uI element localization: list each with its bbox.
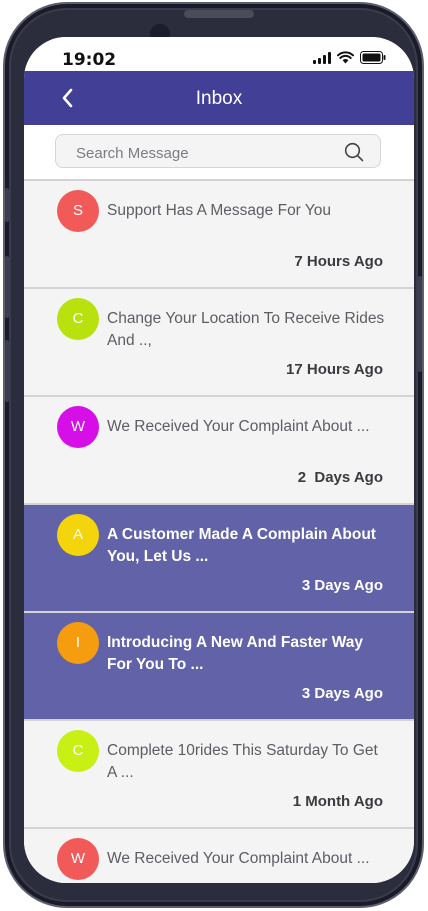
status-icons (313, 51, 386, 64)
avatar: S (57, 190, 99, 232)
message-preview: Complete 10rides This Saturday To Get A … (107, 742, 378, 781)
avatar: C (57, 298, 99, 340)
message-preview: Support Has A Message For You (107, 202, 332, 219)
power-button (418, 276, 422, 372)
search-icon[interactable] (344, 142, 364, 162)
message-item[interactable]: W We Received Your Complaint About ... (24, 827, 414, 883)
message-timestamp: 3 Days Ago (301, 577, 383, 594)
message-timestamp: 2 Days Ago (297, 469, 383, 486)
message-item[interactable]: I Introducing A New And Faster Way For Yo… (24, 611, 414, 719)
search-box[interactable] (55, 134, 381, 168)
message-preview: Introducing A New And Faster Way For You… (107, 634, 364, 673)
message-timestamp: 7 Hours Ago (294, 253, 383, 270)
message-item[interactable]: C Change Your Location To Receive Rides A… (24, 287, 414, 395)
search-bar (24, 125, 414, 179)
message-timestamp: 3 Days Ago (301, 685, 383, 702)
message-item[interactable]: S Support Has A Message For You 7 Hours Ag… (24, 179, 414, 287)
avatar: W (57, 838, 99, 880)
app-header: Inbox (24, 71, 414, 125)
volume-down-button (5, 340, 9, 402)
phone-frame: 19:02 Inbox Search Message S Support Has… (3, 2, 424, 908)
message-item[interactable]: AA Customer Made A Complain About You, L… (24, 503, 414, 611)
screen: 19:02 Inbox Search Message S Support Has… (24, 37, 414, 883)
status-time: 19:02 (62, 50, 117, 70)
page-title: Inbox (195, 88, 243, 109)
search-input[interactable] (74, 142, 338, 164)
wifi-icon (337, 51, 354, 64)
message-item[interactable]: W We Received Your Complaint About ... 2 D… (24, 395, 414, 503)
message-list: S Support Has A Message For You 7 Hours Ag… (24, 179, 414, 883)
message-preview: We Received Your Complaint About ... (107, 418, 370, 435)
status-bar: 19:02 (24, 37, 414, 71)
mute-switch (5, 188, 9, 222)
message-preview: Change Your Location To Receive Rides An… (107, 310, 385, 349)
message-preview: We Received Your Complaint About ... (107, 850, 370, 867)
message-timestamp: 1 Month Ago (292, 793, 383, 810)
battery-icon (360, 51, 386, 64)
message-timestamp: 17 Hours Ago (286, 361, 383, 378)
avatar: A (57, 514, 99, 556)
avatar: I (57, 622, 99, 664)
avatar: C (57, 730, 99, 772)
cellular-signal-icon (313, 52, 331, 64)
avatar: W (57, 406, 99, 448)
message-preview: A Customer Made A Complain About You, Le… (107, 526, 376, 565)
message-item[interactable]: C Complete 10rides This Saturday To Get A… (24, 719, 414, 827)
speaker-grille (184, 10, 254, 18)
volume-up-button (5, 256, 9, 318)
